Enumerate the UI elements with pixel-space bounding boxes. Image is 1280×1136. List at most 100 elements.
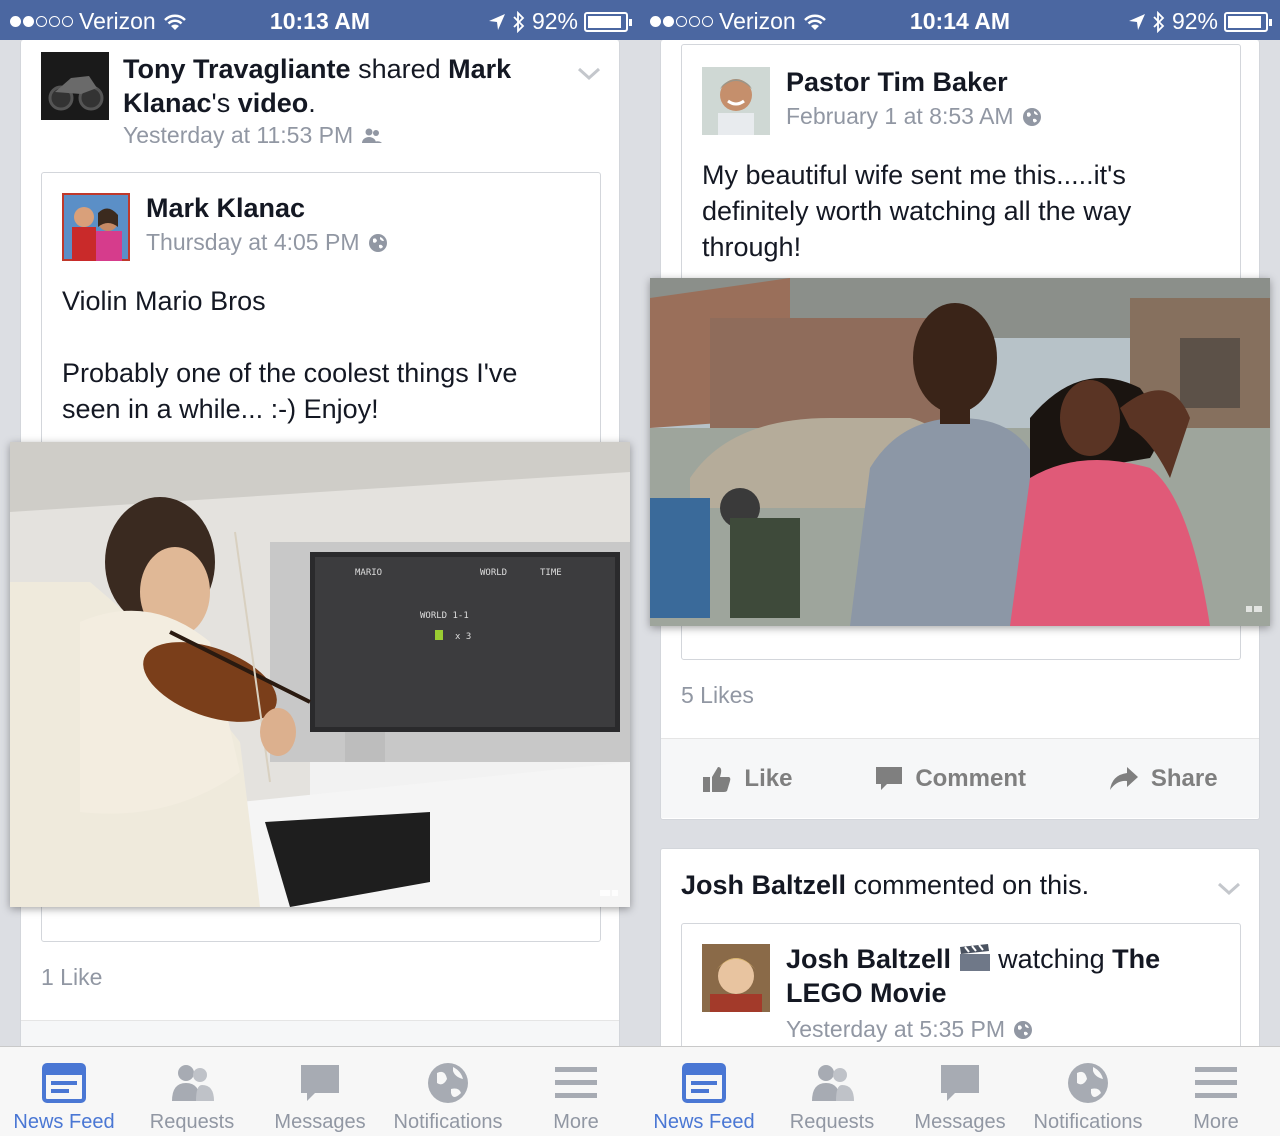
video-thumbnail: MARIO WORLD TIME WORLD 1-1 x 3 (10, 442, 630, 907)
shared-word: shared (358, 54, 441, 84)
globe-icon (1022, 107, 1041, 126)
left-screen: Verizon 10:13 AM 92% Tony Travagliante s… (0, 0, 640, 1136)
requests-icon (812, 1065, 854, 1101)
requests-icon (172, 1065, 214, 1101)
activity-line: Josh Baltzell watching The LEGO Movie (786, 942, 1226, 1010)
tab-messages[interactable]: Messages (256, 1047, 384, 1136)
tab-requests[interactable]: Requests (128, 1047, 256, 1136)
video-player[interactable]: MARIO WORLD TIME WORLD 1-1 x 3 (10, 442, 630, 907)
share-label: Share (1150, 764, 1218, 792)
object-link[interactable]: video (238, 88, 309, 118)
globe-icon (1014, 1020, 1033, 1039)
messages-icon (301, 1065, 339, 1101)
globe-icon (368, 233, 387, 252)
status-bar: Verizon 10:13 AM 92% (0, 0, 640, 40)
share-button[interactable]: Share (1109, 765, 1218, 793)
battery-icon (1224, 11, 1272, 32)
chevron-down-icon[interactable] (1217, 881, 1241, 897)
tab-label: Requests (789, 1111, 875, 1133)
author-name[interactable]: Josh Baltzell (786, 944, 951, 974)
svg-text:TIME: TIME (540, 568, 562, 578)
tab-label: News Feed (653, 1111, 755, 1133)
tab-news-feed[interactable]: News Feed (0, 1047, 128, 1136)
tab-more[interactable]: More (512, 1047, 640, 1136)
tab-label: Messages (914, 1111, 1006, 1133)
tab-news-feed[interactable]: News Feed (640, 1047, 768, 1136)
author-name[interactable]: Mark Klanac (146, 193, 305, 224)
author-name[interactable]: Pastor Tim Baker (786, 67, 1008, 98)
comment-button[interactable]: Comment (875, 765, 1026, 793)
tab-label: Requests (149, 1111, 235, 1133)
tab-bar: News Feed Requests Messages Notification… (0, 1046, 640, 1136)
tab-label: News Feed (13, 1111, 115, 1133)
news-feed-icon (682, 1063, 726, 1103)
video-thumbnail (650, 278, 1270, 626)
story-header: Tony Travagliante shared Mark Klanac's v… (123, 52, 543, 120)
bluetooth-icon (513, 10, 525, 33)
news-feed-icon (42, 1063, 86, 1103)
story-action: commented on this. (853, 870, 1090, 900)
avatar[interactable] (41, 52, 109, 120)
story-header: Josh Baltzell commented on this. (681, 867, 1201, 903)
post-meta: Yesterday at 11:53 PM (123, 122, 383, 149)
share-icon (1109, 766, 1138, 790)
post-meta: February 1 at 8:53 AM (786, 103, 1042, 130)
chevron-down-icon[interactable] (577, 66, 601, 82)
post-body: My beautiful wife sent me this.....it's … (702, 160, 1132, 262)
more-icon (1195, 1067, 1237, 1098)
tab-bar: News Feed Requests Messages Notification… (640, 1046, 1280, 1136)
commenter-name[interactable]: Josh Baltzell (681, 870, 846, 900)
messages-icon (941, 1065, 979, 1101)
avatar[interactable] (702, 67, 770, 135)
tab-messages[interactable]: Messages (896, 1047, 1024, 1136)
more-icon (555, 1067, 597, 1098)
tab-label: Notifications (393, 1111, 503, 1133)
location-icon (488, 13, 505, 30)
battery-percent: 92% (531, 8, 578, 34)
video-player[interactable] (650, 278, 1270, 626)
battery-fill (1228, 15, 1262, 28)
comment-icon (876, 766, 903, 790)
like-label: Like (744, 764, 793, 792)
tab-label: Messages (274, 1111, 366, 1133)
status-bar: Verizon 10:14 AM 92% (640, 0, 1280, 40)
location-icon (1128, 13, 1145, 30)
video-lives-text: x 3 (455, 632, 471, 642)
right-screen: Verizon 10:14 AM 92% Pastor Tim Baker Fe… (640, 0, 1280, 1136)
tab-notifications[interactable]: Notifications (1024, 1047, 1152, 1136)
avatar[interactable] (702, 944, 770, 1012)
tab-requests[interactable]: Requests (768, 1047, 896, 1136)
notifications-icon (1068, 1063, 1108, 1103)
clapperboard-icon (959, 944, 990, 971)
notifications-icon (428, 1063, 468, 1103)
battery-icon (584, 11, 632, 32)
like-button[interactable]: Like (702, 765, 792, 793)
avatar[interactable] (62, 193, 130, 261)
post-title: Violin Mario Bros (62, 286, 266, 316)
tab-notifications[interactable]: Notifications (384, 1047, 512, 1136)
activity-verb: watching (998, 944, 1105, 974)
post-timestamp[interactable]: Yesterday at 5:35 PM (786, 1016, 1005, 1043)
like-count[interactable]: 5 Likes (681, 682, 754, 709)
friends-icon (362, 128, 383, 143)
comment-label: Comment (915, 764, 1026, 792)
thumbs-up-icon (703, 766, 731, 792)
tab-more[interactable]: More (1152, 1047, 1280, 1136)
period: . (308, 88, 316, 118)
battery-fill (588, 15, 622, 28)
tab-label: More (553, 1111, 599, 1133)
action-bar: Like Comment Share (661, 738, 1259, 818)
post-body: Probably one of the coolest things I've … (62, 358, 518, 424)
post-timestamp[interactable]: Yesterday at 11:53 PM (123, 122, 353, 149)
sharer-name[interactable]: Tony Travagliante (123, 54, 351, 84)
post-meta: Yesterday at 5:35 PM (786, 1016, 1033, 1043)
svg-text:WORLD: WORLD (480, 568, 507, 578)
bluetooth-icon (1153, 10, 1165, 33)
video-world-text: WORLD 1-1 (420, 611, 469, 621)
post-timestamp[interactable]: February 1 at 8:53 AM (786, 103, 1014, 130)
battery-percent: 92% (1171, 8, 1218, 34)
like-count[interactable]: 1 Like (41, 964, 102, 991)
apostrophe: 's (211, 88, 231, 118)
post-timestamp[interactable]: Thursday at 4:05 PM (146, 229, 360, 256)
svg-text:MARIO: MARIO (355, 568, 382, 578)
